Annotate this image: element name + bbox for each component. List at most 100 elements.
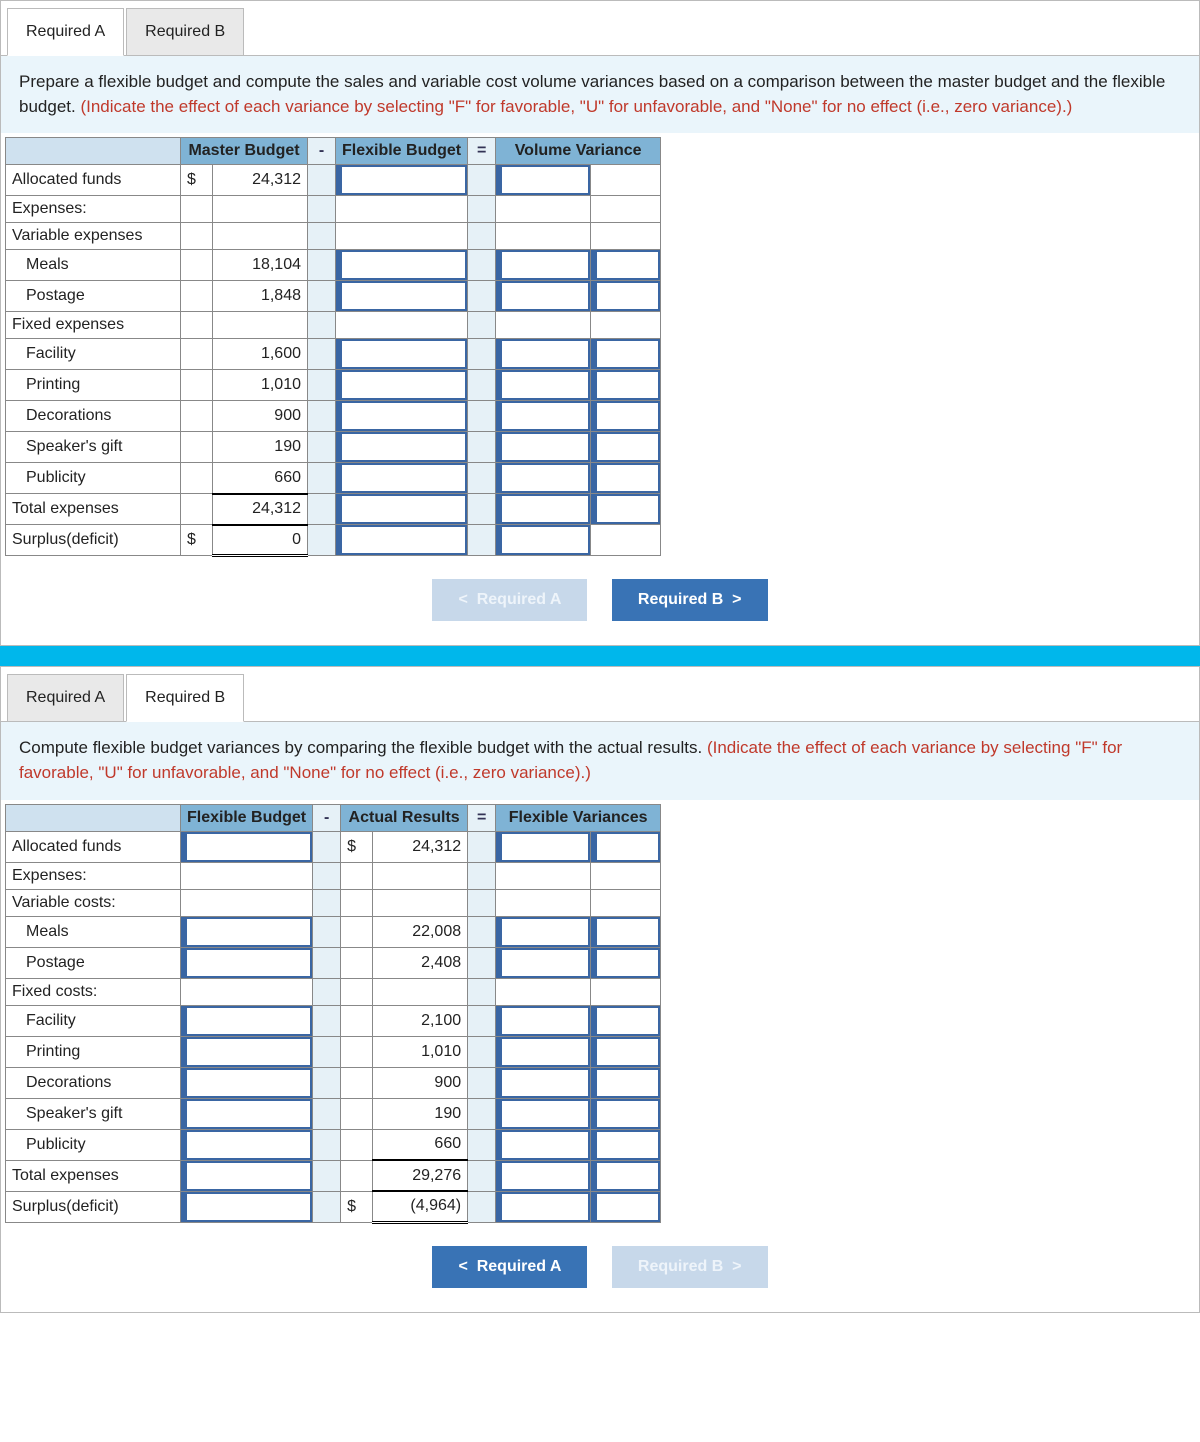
flexible-budget-input[interactable] bbox=[336, 525, 467, 555]
row-label: Fixed costs: bbox=[6, 978, 181, 1005]
flexible-budget-input[interactable] bbox=[336, 250, 467, 280]
flexible-budget-input[interactable] bbox=[181, 832, 312, 862]
variance-effect-select[interactable] bbox=[591, 281, 660, 311]
variance-effect-select[interactable] bbox=[591, 1037, 660, 1067]
flexible-budget-input[interactable] bbox=[181, 917, 312, 947]
next-button-a[interactable]: Required B > bbox=[612, 579, 768, 621]
variance-effect-select[interactable] bbox=[591, 1130, 660, 1160]
tab-required-a-2[interactable]: Required A bbox=[7, 674, 124, 722]
header-minus: - bbox=[308, 138, 336, 165]
flexible-budget-cell bbox=[336, 401, 468, 432]
flexible-budget-input[interactable] bbox=[181, 1161, 312, 1191]
header-flexible-budget: Flexible Budget bbox=[181, 804, 313, 831]
flexible-variance-input[interactable] bbox=[496, 1192, 590, 1222]
tab-required-b-2[interactable]: Required B bbox=[126, 674, 244, 722]
operation-cell bbox=[468, 916, 496, 947]
table-row: Surplus(deficit)$(4,964) bbox=[6, 1191, 661, 1222]
volume-variance-input[interactable] bbox=[496, 494, 590, 524]
table-row: Allocated funds$24,312 bbox=[6, 165, 661, 196]
flexible-budget-input[interactable] bbox=[336, 339, 467, 369]
flexible-budget-input[interactable] bbox=[181, 1099, 312, 1129]
variance-effect-select[interactable] bbox=[591, 250, 660, 280]
volume-variance-cell bbox=[496, 525, 591, 556]
volume-variance-input[interactable] bbox=[496, 463, 590, 493]
flexible-variance-input[interactable] bbox=[496, 1068, 590, 1098]
flexible-budget-input[interactable] bbox=[336, 165, 467, 195]
currency-symbol bbox=[181, 370, 213, 401]
row-label: Printing bbox=[6, 370, 181, 401]
variance-effect-select[interactable] bbox=[591, 432, 660, 462]
operation-cell bbox=[468, 432, 496, 463]
flexible-variance-input[interactable] bbox=[496, 948, 590, 978]
flexible-variance-input[interactable] bbox=[496, 1099, 590, 1129]
flexible-variance-input[interactable] bbox=[496, 917, 590, 947]
variance-effect-select[interactable] bbox=[591, 832, 660, 862]
variance-effect-cell bbox=[591, 432, 661, 463]
variance-effect-select[interactable] bbox=[591, 1006, 660, 1036]
flexible-variance-input[interactable] bbox=[496, 832, 590, 862]
variance-effect-cell bbox=[591, 916, 661, 947]
variance-effect-select[interactable] bbox=[591, 401, 660, 431]
row-label: Expenses: bbox=[6, 862, 181, 889]
currency-symbol bbox=[181, 281, 213, 312]
flexible-variance-input[interactable] bbox=[496, 1130, 590, 1160]
flexible-budget-input[interactable] bbox=[336, 463, 467, 493]
flexible-budget-input[interactable] bbox=[336, 494, 467, 524]
variance-effect-select[interactable] bbox=[591, 339, 660, 369]
flexible-budget-input[interactable] bbox=[181, 1130, 312, 1160]
operation-cell bbox=[468, 223, 496, 250]
operation-cell bbox=[468, 889, 496, 916]
volume-variance-input[interactable] bbox=[496, 525, 590, 555]
operation-cell bbox=[308, 370, 336, 401]
flexible-budget-input[interactable] bbox=[181, 1068, 312, 1098]
variance-effect-select[interactable] bbox=[591, 494, 660, 524]
prompt-main: Compute flexible budget variances by com… bbox=[19, 738, 707, 757]
variance-effect-select[interactable] bbox=[591, 917, 660, 947]
volume-variance-input[interactable] bbox=[496, 401, 590, 431]
flexible-budget-input[interactable] bbox=[336, 281, 467, 311]
prev-button-b[interactable]: < Required A bbox=[432, 1246, 587, 1288]
currency-symbol bbox=[341, 978, 373, 1005]
volume-variance-input[interactable] bbox=[496, 165, 590, 195]
row-label: Expenses: bbox=[6, 196, 181, 223]
tab-required-b[interactable]: Required B bbox=[126, 8, 244, 56]
volume-variance-input[interactable] bbox=[496, 281, 590, 311]
variance-effect-select[interactable] bbox=[591, 463, 660, 493]
variance-effect-select[interactable] bbox=[591, 1161, 660, 1191]
amount-value: (4,964) bbox=[373, 1191, 468, 1222]
volume-variance-input[interactable] bbox=[496, 432, 590, 462]
variance-effect-select[interactable] bbox=[591, 370, 660, 400]
variance-effect-select[interactable] bbox=[591, 1192, 660, 1222]
volume-variance-input[interactable] bbox=[496, 370, 590, 400]
amount-value bbox=[213, 196, 308, 223]
flexible-budget-input[interactable] bbox=[181, 1006, 312, 1036]
flexible-budget-input[interactable] bbox=[181, 1037, 312, 1067]
nav-b: < Required A Required B > bbox=[1, 1228, 1199, 1312]
operation-cell bbox=[313, 1067, 341, 1098]
prev-button-a[interactable]: < Required A bbox=[432, 579, 587, 621]
table-row: Variable expenses bbox=[6, 223, 661, 250]
flexible-budget-input[interactable] bbox=[336, 401, 467, 431]
flexible-variance-input[interactable] bbox=[496, 1006, 590, 1036]
variance-effect-select[interactable] bbox=[591, 948, 660, 978]
flexible-budget-input[interactable] bbox=[336, 370, 467, 400]
chevron-left-icon: < bbox=[458, 591, 467, 608]
tab-required-a[interactable]: Required A bbox=[7, 8, 124, 56]
variance-effect-select[interactable] bbox=[591, 1099, 660, 1129]
row-label: Publicity bbox=[6, 463, 181, 494]
next-button-b[interactable]: Required B > bbox=[612, 1246, 768, 1288]
flexible-budget-input[interactable] bbox=[336, 432, 467, 462]
flexible-variance-input[interactable] bbox=[496, 1161, 590, 1191]
flexible-budget-input[interactable] bbox=[181, 948, 312, 978]
volume-variance-input[interactable] bbox=[496, 339, 590, 369]
flexible-variance-input[interactable] bbox=[496, 1037, 590, 1067]
variance-effect-select[interactable] bbox=[591, 1068, 660, 1098]
chevron-left-icon: < bbox=[458, 1258, 467, 1275]
volume-variance-input[interactable] bbox=[496, 250, 590, 280]
flexible-budget-cell bbox=[181, 831, 313, 862]
currency-symbol bbox=[181, 196, 213, 223]
operation-cell bbox=[313, 831, 341, 862]
flexible-variance-cell bbox=[496, 1067, 591, 1098]
flexible-budget-input[interactable] bbox=[181, 1192, 312, 1222]
operation-cell bbox=[468, 1191, 496, 1222]
